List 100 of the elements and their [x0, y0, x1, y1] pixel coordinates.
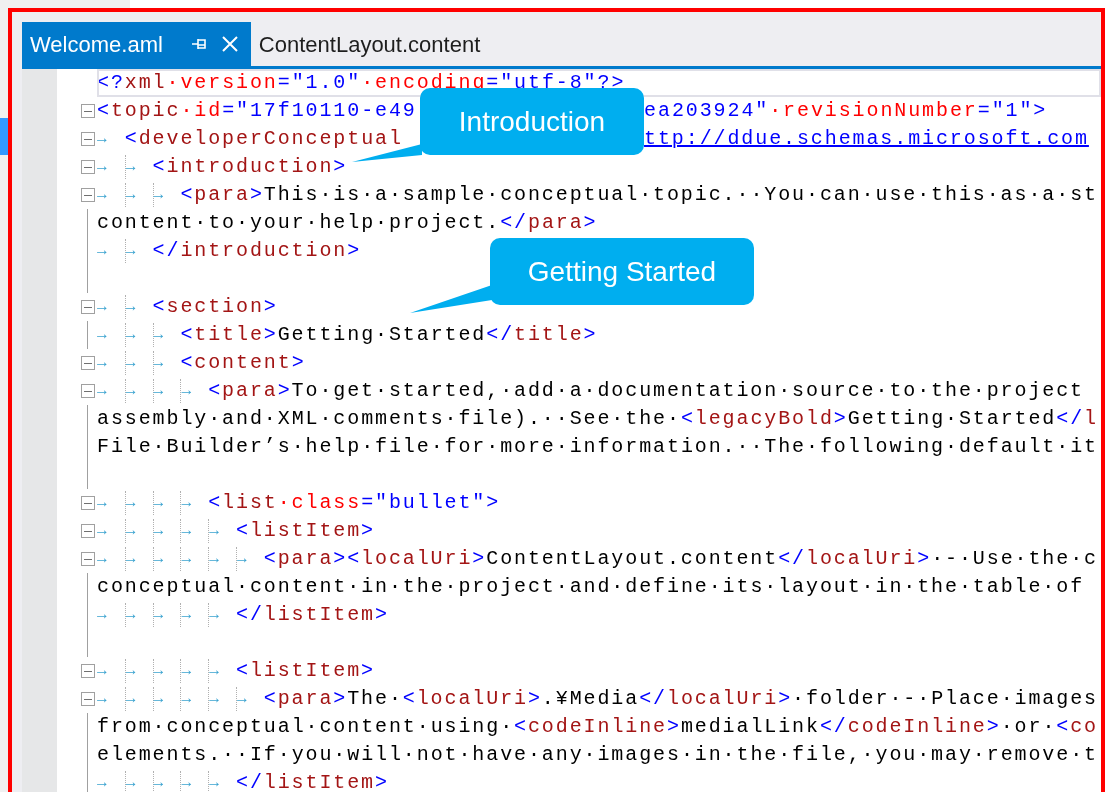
xml-bracket: > — [263, 294, 278, 320]
namespace-link[interactable]: ttp://ddue.schemas.microsoft.com — [644, 124, 1089, 154]
tab-marker: → — [97, 689, 108, 710]
xml-bracket: </ — [236, 602, 264, 628]
xml-tag-name: legacyBold — [694, 406, 834, 432]
xml-bracket: > — [667, 714, 681, 740]
collapse-icon[interactable] — [80, 132, 95, 146]
xml-text: ·folder·-·Place·images — [792, 686, 1098, 712]
xml-bracket: < — [208, 490, 223, 516]
xml-tag-name: title — [514, 322, 584, 348]
xml-bracket: > — [361, 658, 375, 684]
xml-bracket: </ — [500, 210, 528, 236]
pin-icon[interactable] — [190, 36, 207, 52]
xml-tag-name: l — [1084, 406, 1098, 432]
xml-bracket: < — [124, 126, 139, 152]
xml-bracket: </ — [778, 546, 806, 572]
tab-marker: → — [97, 325, 108, 346]
xml-text: .¥Media — [541, 686, 640, 712]
xml-bracket: < — [1056, 714, 1071, 740]
xml-bracket: > — [333, 154, 348, 180]
close-icon[interactable] — [220, 35, 239, 53]
xml-text: medialLink — [680, 714, 820, 740]
xml-bracket: < — [263, 546, 278, 572]
xml-bracket: < — [180, 322, 195, 348]
xml-text: This·is·a·sample·conceptual·topic.··You·can·use·this·as·a·st — [263, 182, 1098, 208]
xml-bracket: > — [375, 770, 389, 792]
document-tab[interactable]: Welcome.aml — [22, 22, 251, 66]
xml-tag-name: co — [1070, 714, 1098, 740]
xml-bracket: > — [486, 490, 501, 516]
xml-bracket: </ — [236, 770, 264, 792]
collapse-icon[interactable] — [80, 496, 95, 510]
collapse-icon[interactable] — [80, 692, 95, 706]
xml-bracket: > — [291, 350, 306, 376]
selection-bar — [0, 118, 8, 155]
tab-marker: → — [97, 605, 108, 626]
callout-bubble: Getting Started — [490, 238, 754, 305]
collapse-icon[interactable] — [80, 300, 95, 314]
tab-marker: → — [97, 493, 108, 514]
collapse-icon[interactable] — [80, 356, 95, 370]
xml-tag-name: para — [222, 378, 278, 404]
xml-bracket: </ — [152, 238, 181, 264]
xml-bracket: > — [833, 406, 848, 432]
xml-bracket: < — [180, 350, 195, 376]
collapse-icon[interactable] — [80, 664, 95, 678]
xml-tag-name: para — [277, 686, 334, 712]
xml-text: conceptual·content·in·the·project·and·define·its·layout·in·the·table·of — [97, 574, 1085, 600]
xml-bracket: < — [680, 406, 695, 432]
xml-text: from·conceptual·content·using· — [97, 714, 515, 740]
xml-tag-name: localUri — [806, 546, 918, 572]
xml-text: content·to·your·help·project. — [97, 210, 501, 236]
xml-text: ·or· — [1000, 714, 1057, 740]
xml-bracket: < — [263, 686, 278, 712]
xml-bracket: = — [361, 490, 376, 516]
xml-tag-name: section — [166, 294, 264, 320]
tab-marker: → — [97, 661, 108, 682]
xml-attribute: ·version — [166, 70, 278, 96]
xml-text: assembly·and·XML·comments·file).··See·the· — [97, 406, 681, 432]
xml-tag-name: listItem — [263, 770, 375, 792]
xml-tag-name: list — [222, 490, 278, 516]
collapse-icon[interactable] — [80, 552, 95, 566]
xml-text: ContentLayout.content — [486, 546, 779, 572]
xml-bracket: > — [472, 546, 487, 572]
xml-bracket: <? — [97, 70, 125, 96]
tab-marker: → — [97, 773, 108, 792]
xml-attribute: ·class — [277, 490, 362, 516]
tab-marker: → — [97, 353, 108, 374]
xml-bracket: > — [583, 210, 598, 236]
xml-bracket: < — [514, 714, 528, 740]
xml-bracket: </ — [486, 322, 515, 348]
collapse-icon[interactable] — [80, 384, 95, 398]
xml-attribute: ·revisionNumber — [769, 98, 978, 124]
xml-bracket: </ — [819, 714, 848, 740]
xml-tag-name: listItem — [249, 658, 362, 684]
xml-tag-name: localUri — [416, 686, 528, 712]
xml-tag-name: content — [194, 350, 292, 376]
xml-tag-name: introduction — [166, 154, 334, 180]
tab-marker: → — [97, 129, 108, 150]
xml-tag-name: para — [528, 210, 584, 236]
xml-tag-name: para — [277, 546, 334, 572]
xml-tag-name: localUri — [667, 686, 779, 712]
xml-tag-name: listItem — [249, 518, 362, 544]
tab-marker: → — [97, 241, 108, 262]
xml-text: elements.··If·you·will·not·have·any·images·in·the·file,·you·may·remove·t — [97, 742, 1098, 768]
xml-tag-name: xml — [124, 70, 167, 96]
xml-bracket: < — [152, 294, 167, 320]
xml-tag-name: codeInline — [527, 714, 667, 740]
xml-bracket: = — [977, 98, 992, 124]
collapse-icon[interactable] — [80, 160, 95, 174]
xml-bracket: < — [180, 182, 195, 208]
xml-attribute-value: "17f10110-e49 — [236, 98, 417, 124]
xml-text: Getting·Started — [847, 406, 1057, 432]
collapse-icon[interactable] — [80, 104, 95, 118]
collapse-icon[interactable] — [80, 524, 95, 538]
xml-attribute-value: "bullet" — [375, 490, 487, 516]
xml-tag-name: listItem — [263, 602, 375, 628]
xml-tag-name: topic — [110, 98, 181, 124]
collapse-icon[interactable] — [80, 188, 95, 202]
xml-bracket: > — [583, 322, 598, 348]
xml-bracket: > — [917, 546, 932, 572]
tab-marker: → — [97, 157, 108, 178]
